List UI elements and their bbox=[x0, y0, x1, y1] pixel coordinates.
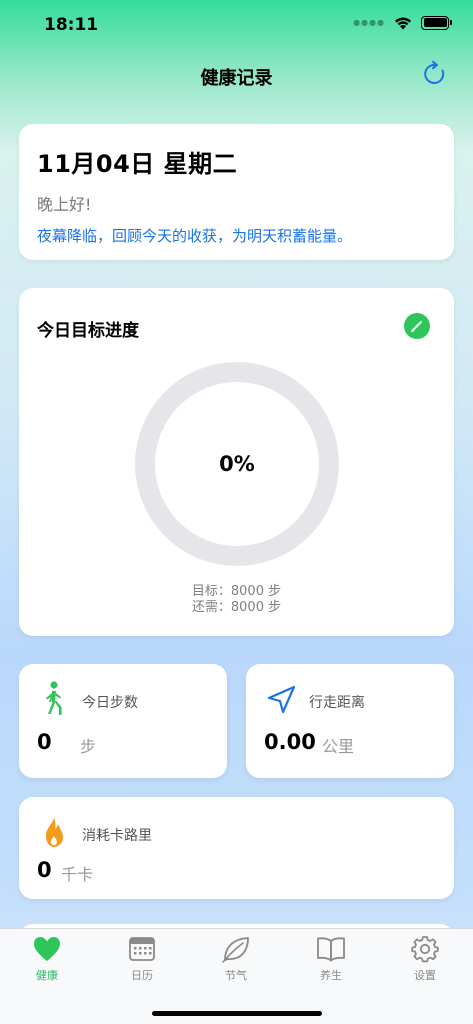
tab-label-wellness: 养生 bbox=[320, 969, 342, 982]
greeting-message: 夜幕降临，回顾今天的收获，为明天积蓄能量。 bbox=[37, 227, 353, 245]
tab-settings[interactable]: 设置 bbox=[395, 935, 455, 983]
date-card: 11月04日 星期二 晚上好! 夜幕降临，回顾今天的收获，为明天积蓄能量。 bbox=[19, 124, 454, 260]
home-indicator bbox=[152, 1011, 322, 1016]
goal-title: 今日目标进度 bbox=[37, 321, 139, 341]
tab-solar-terms[interactable]: 节气 bbox=[206, 935, 266, 983]
tab-calendar[interactable]: 日历 bbox=[112, 935, 172, 983]
status-bar: 18:11 ●●●● bbox=[0, 0, 473, 50]
wifi-icon bbox=[395, 17, 411, 30]
distance-card[interactable]: 行走距离 0.00 公里 bbox=[246, 664, 454, 778]
status-icons: ●●●● bbox=[353, 15, 452, 30]
calories-label: 消耗卡路里 bbox=[82, 828, 152, 844]
edit-goal-button[interactable] bbox=[404, 313, 430, 339]
goal-target: 目标：8000 步 bbox=[191, 584, 282, 599]
date-title: 11月04日 星期二 bbox=[37, 150, 238, 178]
goal-info: 目标：8000 步 还需：8000 步 bbox=[19, 584, 454, 616]
location-arrow-icon bbox=[267, 685, 296, 714]
steps-value: 0 bbox=[37, 730, 52, 754]
greeting-text: 晚上好! bbox=[37, 195, 92, 214]
tab-label-calendar: 日历 bbox=[131, 969, 153, 982]
flame-icon bbox=[46, 817, 63, 847]
battery-icon bbox=[421, 15, 452, 30]
tab-label-solar-terms: 节气 bbox=[225, 969, 247, 982]
distance-label: 行走距离 bbox=[309, 695, 365, 711]
progress-percent: 0% bbox=[219, 452, 255, 476]
steps-card[interactable]: 今日步数 0 步 bbox=[19, 664, 227, 778]
gear-icon bbox=[411, 936, 439, 963]
calendar-icon bbox=[129, 937, 155, 961]
signal-icon: ●●●● bbox=[353, 18, 385, 27]
page-title: 健康记录 bbox=[200, 68, 273, 89]
tab-label-health: 健康 bbox=[36, 969, 58, 982]
heart-icon bbox=[34, 937, 60, 961]
book-icon bbox=[317, 937, 345, 962]
calories-value: 0 bbox=[37, 858, 52, 882]
tab-health[interactable]: 健康 bbox=[17, 935, 77, 983]
refresh-icon[interactable] bbox=[421, 60, 449, 88]
leaf-icon bbox=[222, 937, 249, 963]
calories-unit: 千卡 bbox=[61, 865, 94, 884]
status-time: 18:11 bbox=[44, 15, 99, 35]
tab-bar: 健康 日历 节气 养生 设置 bbox=[0, 928, 473, 1024]
tab-wellness[interactable]: 养生 bbox=[301, 935, 361, 983]
goal-progress-card: 今日目标进度 0% 目标：8000 步 还需：8000 步 bbox=[19, 288, 454, 636]
goal-remaining: 还需：8000 步 bbox=[191, 600, 282, 615]
walking-icon bbox=[46, 681, 62, 715]
nav-bar: 健康记录 bbox=[0, 56, 473, 96]
steps-label: 今日步数 bbox=[82, 695, 138, 711]
steps-unit: 步 bbox=[80, 737, 97, 756]
calories-card[interactable]: 消耗卡路里 0 千卡 bbox=[19, 797, 454, 899]
tab-label-settings: 设置 bbox=[414, 969, 436, 982]
pencil-icon bbox=[411, 321, 422, 333]
distance-value: 0.00 bbox=[264, 730, 316, 754]
distance-unit: 公里 bbox=[322, 737, 355, 756]
